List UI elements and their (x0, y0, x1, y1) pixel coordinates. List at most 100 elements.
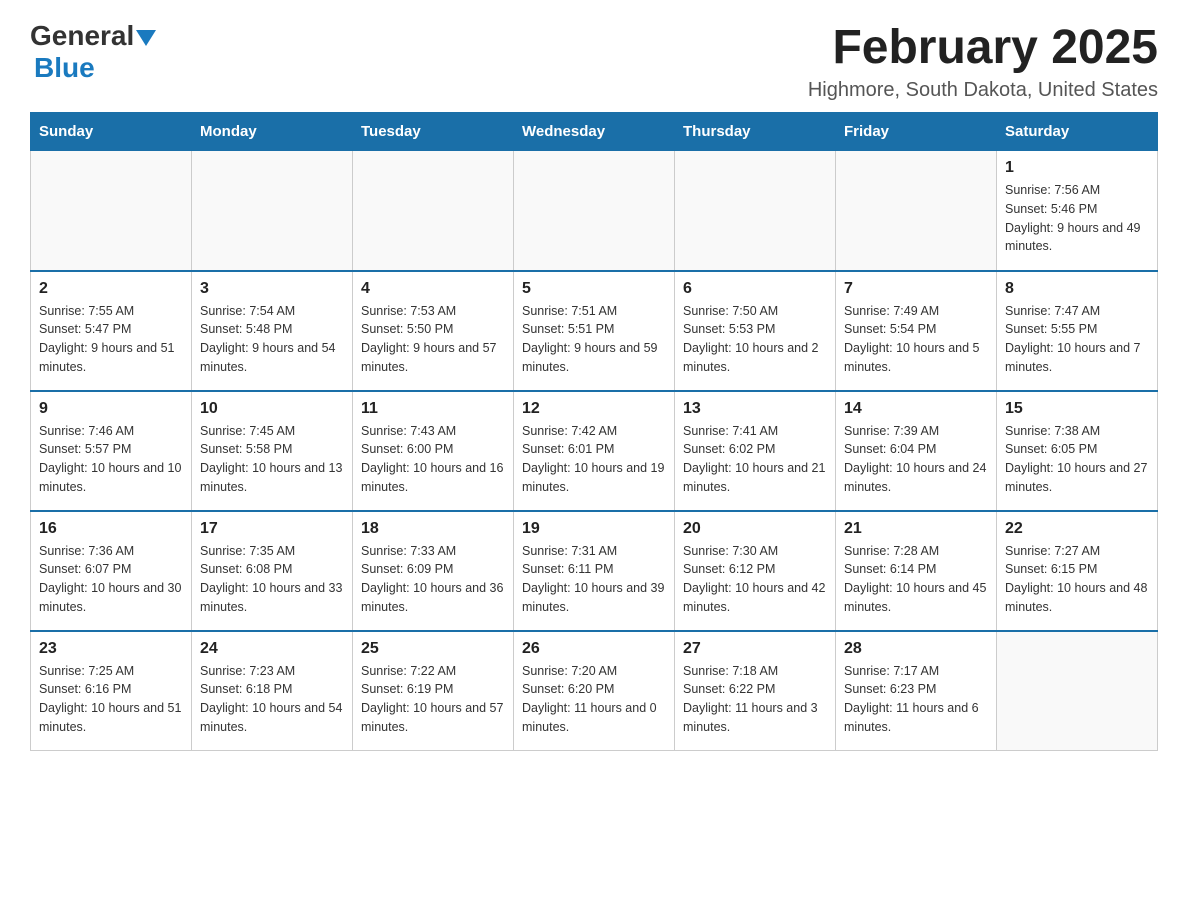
day-info: Sunrise: 7:33 AMSunset: 6:09 PMDaylight:… (361, 542, 505, 617)
day-number: 1 (1005, 159, 1149, 177)
calendar-day-header: Monday (192, 113, 353, 151)
day-info: Sunrise: 7:17 AMSunset: 6:23 PMDaylight:… (844, 662, 988, 737)
logo-blue-text: Blue (34, 52, 95, 83)
calendar-day-header: Friday (836, 113, 997, 151)
calendar-cell: 27 Sunrise: 7:18 AMSunset: 6:22 PMDayligh… (675, 631, 836, 751)
day-info: Sunrise: 7:54 AMSunset: 5:48 PMDaylight:… (200, 302, 344, 377)
day-info: Sunrise: 7:41 AMSunset: 6:02 PMDaylight:… (683, 422, 827, 497)
page-header: General Blue February 2025 Highmore, Sou… (30, 20, 1158, 102)
day-number: 3 (200, 280, 344, 298)
day-info: Sunrise: 7:31 AMSunset: 6:11 PMDaylight:… (522, 542, 666, 617)
calendar-cell: 9 Sunrise: 7:46 AMSunset: 5:57 PMDaylight… (31, 391, 192, 511)
calendar-cell: 28 Sunrise: 7:17 AMSunset: 6:23 PMDayligh… (836, 631, 997, 751)
day-info: Sunrise: 7:28 AMSunset: 6:14 PMDaylight:… (844, 542, 988, 617)
day-info: Sunrise: 7:42 AMSunset: 6:01 PMDaylight:… (522, 422, 666, 497)
day-info: Sunrise: 7:20 AMSunset: 6:20 PMDaylight:… (522, 662, 666, 737)
calendar-day-header: Wednesday (514, 113, 675, 151)
month-title: February 2025 (808, 20, 1158, 75)
day-info: Sunrise: 7:36 AMSunset: 6:07 PMDaylight:… (39, 542, 183, 617)
calendar-cell (514, 151, 675, 271)
day-info: Sunrise: 7:39 AMSunset: 6:04 PMDaylight:… (844, 422, 988, 497)
day-info: Sunrise: 7:45 AMSunset: 5:58 PMDaylight:… (200, 422, 344, 497)
calendar-cell: 11 Sunrise: 7:43 AMSunset: 6:00 PMDayligh… (353, 391, 514, 511)
day-info: Sunrise: 7:27 AMSunset: 6:15 PMDaylight:… (1005, 542, 1149, 617)
day-number: 8 (1005, 280, 1149, 298)
day-number: 10 (200, 400, 344, 418)
calendar-cell: 15 Sunrise: 7:38 AMSunset: 6:05 PMDayligh… (997, 391, 1158, 511)
calendar-cell: 13 Sunrise: 7:41 AMSunset: 6:02 PMDayligh… (675, 391, 836, 511)
day-number: 6 (683, 280, 827, 298)
calendar-day-header: Tuesday (353, 113, 514, 151)
day-number: 13 (683, 400, 827, 418)
day-number: 16 (39, 520, 183, 538)
day-number: 27 (683, 640, 827, 658)
calendar-header-row: SundayMondayTuesdayWednesdayThursdayFrid… (31, 113, 1158, 151)
calendar-cell: 12 Sunrise: 7:42 AMSunset: 6:01 PMDayligh… (514, 391, 675, 511)
day-number: 9 (39, 400, 183, 418)
day-info: Sunrise: 7:51 AMSunset: 5:51 PMDaylight:… (522, 302, 666, 377)
day-number: 15 (1005, 400, 1149, 418)
day-number: 28 (844, 640, 988, 658)
day-info: Sunrise: 7:18 AMSunset: 6:22 PMDaylight:… (683, 662, 827, 737)
day-number: 23 (39, 640, 183, 658)
calendar-cell: 5 Sunrise: 7:51 AMSunset: 5:51 PMDaylight… (514, 271, 675, 391)
day-number: 5 (522, 280, 666, 298)
day-number: 14 (844, 400, 988, 418)
day-info: Sunrise: 7:30 AMSunset: 6:12 PMDaylight:… (683, 542, 827, 617)
day-number: 4 (361, 280, 505, 298)
calendar-cell (192, 151, 353, 271)
location-text: Highmore, South Dakota, United States (808, 79, 1158, 102)
calendar-cell: 6 Sunrise: 7:50 AMSunset: 5:53 PMDaylight… (675, 271, 836, 391)
day-info: Sunrise: 7:38 AMSunset: 6:05 PMDaylight:… (1005, 422, 1149, 497)
day-number: 18 (361, 520, 505, 538)
day-info: Sunrise: 7:47 AMSunset: 5:55 PMDaylight:… (1005, 302, 1149, 377)
logo-general-text: General (30, 20, 134, 52)
calendar-cell: 2 Sunrise: 7:55 AMSunset: 5:47 PMDaylight… (31, 271, 192, 391)
calendar-day-header: Saturday (997, 113, 1158, 151)
day-number: 2 (39, 280, 183, 298)
day-info: Sunrise: 7:46 AMSunset: 5:57 PMDaylight:… (39, 422, 183, 497)
calendar-cell: 23Sunrise: 7:25 AMSunset: 6:16 PMDayligh… (31, 631, 192, 751)
calendar-table: SundayMondayTuesdayWednesdayThursdayFrid… (30, 112, 1158, 751)
calendar-cell (675, 151, 836, 271)
day-number: 25 (361, 640, 505, 658)
calendar-cell: 17Sunrise: 7:35 AMSunset: 6:08 PMDayligh… (192, 511, 353, 631)
day-info: Sunrise: 7:56 AMSunset: 5:46 PMDaylight:… (1005, 181, 1149, 256)
calendar-cell: 7 Sunrise: 7:49 AMSunset: 5:54 PMDaylight… (836, 271, 997, 391)
calendar-cell: 21 Sunrise: 7:28 AMSunset: 6:14 PMDayligh… (836, 511, 997, 631)
day-number: 19 (522, 520, 666, 538)
day-info: Sunrise: 7:55 AMSunset: 5:47 PMDaylight:… (39, 302, 183, 377)
title-section: February 2025 Highmore, South Dakota, Un… (808, 20, 1158, 102)
calendar-day-header: Thursday (675, 113, 836, 151)
logo-triangle-icon (136, 30, 156, 46)
day-number: 24 (200, 640, 344, 658)
day-info: Sunrise: 7:50 AMSunset: 5:53 PMDaylight:… (683, 302, 827, 377)
calendar-cell (836, 151, 997, 271)
calendar-cell: 8 Sunrise: 7:47 AMSunset: 5:55 PMDaylight… (997, 271, 1158, 391)
day-info: Sunrise: 7:49 AMSunset: 5:54 PMDaylight:… (844, 302, 988, 377)
calendar-cell: 18 Sunrise: 7:33 AMSunset: 6:09 PMDayligh… (353, 511, 514, 631)
calendar-cell: 26 Sunrise: 7:20 AMSunset: 6:20 PMDayligh… (514, 631, 675, 751)
day-number: 11 (361, 400, 505, 418)
day-info: Sunrise: 7:35 AMSunset: 6:08 PMDaylight:… (200, 542, 344, 617)
calendar-cell (31, 151, 192, 271)
calendar-cell: 14 Sunrise: 7:39 AMSunset: 6:04 PMDayligh… (836, 391, 997, 511)
logo: General Blue (30, 20, 156, 84)
calendar-cell: 20 Sunrise: 7:30 AMSunset: 6:12 PMDayligh… (675, 511, 836, 631)
calendar-cell: 1 Sunrise: 7:56 AMSunset: 5:46 PMDaylight… (997, 151, 1158, 271)
calendar-day-header: Sunday (31, 113, 192, 151)
day-info: Sunrise: 7:43 AMSunset: 6:00 PMDaylight:… (361, 422, 505, 497)
day-info: Sunrise: 7:22 AMSunset: 6:19 PMDaylight:… (361, 662, 505, 737)
day-number: 7 (844, 280, 988, 298)
day-number: 20 (683, 520, 827, 538)
day-number: 21 (844, 520, 988, 538)
calendar-cell: 25 Sunrise: 7:22 AMSunset: 6:19 PMDayligh… (353, 631, 514, 751)
day-number: 12 (522, 400, 666, 418)
day-number: 22 (1005, 520, 1149, 538)
calendar-cell: 3 Sunrise: 7:54 AMSunset: 5:48 PMDaylight… (192, 271, 353, 391)
day-number: 26 (522, 640, 666, 658)
calendar-cell: 4 Sunrise: 7:53 AMSunset: 5:50 PMDaylight… (353, 271, 514, 391)
calendar-cell: 19 Sunrise: 7:31 AMSunset: 6:11 PMDayligh… (514, 511, 675, 631)
calendar-cell: 10 Sunrise: 7:45 AMSunset: 5:58 PMDayligh… (192, 391, 353, 511)
day-info: Sunrise: 7:53 AMSunset: 5:50 PMDaylight:… (361, 302, 505, 377)
